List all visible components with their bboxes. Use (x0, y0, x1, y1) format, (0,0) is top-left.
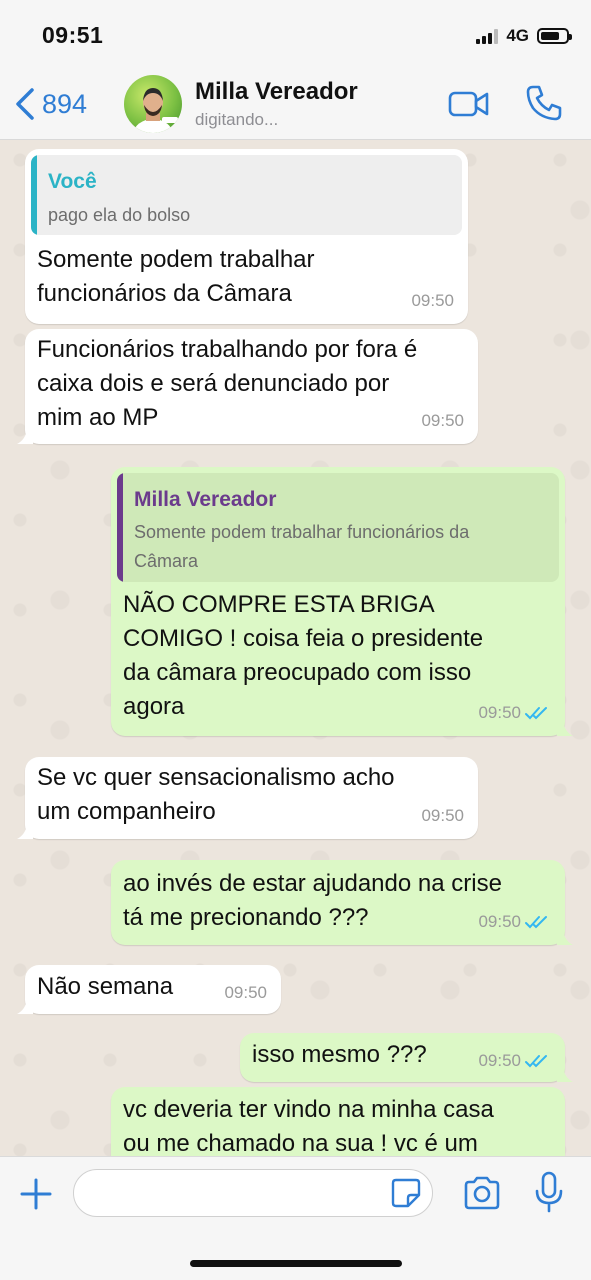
quote-bar (31, 155, 37, 235)
chevron-left-icon (16, 88, 34, 120)
bubble-tail (557, 931, 573, 945)
message-time: 09:50 (411, 291, 454, 310)
message-meta: 09:50 (478, 905, 551, 939)
home-indicator[interactable] (190, 1260, 402, 1267)
message-meta: 09:50 (478, 696, 551, 730)
bubble-tail (557, 1068, 573, 1082)
message-line: mim ao MP (37, 404, 159, 431)
message-line: um companheiro (37, 798, 216, 825)
message-line: Funcionários trabalhando por fora é (37, 336, 418, 363)
bubble-tail (17, 1000, 33, 1014)
message-time: 09:50 (421, 806, 464, 825)
message-bubble[interactable]: isso mesmo ??? 09:50 (240, 1033, 573, 1082)
message-line: ou me chamado na sua ! vc é um (123, 1130, 478, 1156)
message-line: NÃO COMPRE ESTA BRIGA (123, 591, 435, 618)
message-bubble[interactable]: Milla Vereador Somente podem trabalhar f… (111, 467, 573, 736)
bubble-tail (17, 430, 33, 444)
message-line: Somente podem trabalhar (37, 246, 315, 273)
sticker-icon[interactable] (390, 1177, 422, 1209)
message-time: 09:50 (478, 1051, 521, 1070)
quote-author: Você (48, 170, 97, 193)
quoted-message[interactable]: Milla Vereador Somente podem trabalhar f… (117, 473, 559, 582)
bubble-tail (17, 825, 33, 839)
status-time: 09:51 (42, 22, 104, 48)
message-bubble[interactable]: Funcionários trabalhando por fora é caix… (17, 329, 478, 444)
typing-status: digitando... (195, 110, 279, 129)
chat-header: 894 Milla Vereador digitando... (0, 70, 591, 140)
message-bubble[interactable]: Se vc quer sensacionalismo acho um compa… (17, 757, 478, 839)
bubble-tail (557, 722, 573, 736)
read-ticks-icon (525, 1055, 547, 1068)
avatar-photo (133, 88, 178, 133)
message-bubble[interactable]: ao invés de estar ajudando na crise tá m… (111, 860, 573, 945)
quoted-message[interactable]: Você pago ela do bolso (31, 155, 462, 235)
quote-text: Somente podem trabalhar funcionários da … (134, 518, 469, 576)
message-bubble[interactable]: Você pago ela do bolso Somente podem tra… (25, 149, 468, 324)
message-text: Funcionários trabalhando por fora é caix… (37, 333, 464, 435)
unread-count: 894 (42, 88, 88, 119)
battery-icon (537, 28, 572, 44)
camera-icon[interactable] (462, 1175, 502, 1211)
message-time: 09:50 (478, 912, 521, 931)
status-bar: 09:51 4G (0, 0, 591, 70)
plus-icon[interactable] (18, 1176, 54, 1212)
message-time: 09:50 (478, 703, 521, 722)
quote-bar (117, 473, 123, 582)
message-line: caixa dois e será denunciado por (37, 370, 390, 397)
message-input[interactable] (73, 1169, 433, 1217)
message-line: ao invés de estar ajudando na crise (123, 870, 502, 897)
message-line: vc deveria ter vindo na minha casa (123, 1096, 494, 1123)
message-time: 09:50 (421, 411, 464, 430)
avatar[interactable] (124, 75, 182, 133)
read-ticks-icon (525, 707, 547, 720)
signal-icon (476, 28, 499, 44)
video-camera-icon[interactable] (448, 88, 490, 120)
status-indicators: 4G (476, 25, 572, 47)
quote-text: pago ela do bolso (48, 205, 191, 225)
message-bubble[interactable]: vc deveria ter vindo na minha casa ou me… (111, 1087, 565, 1156)
quote-line: Somente podem trabalhar funcionários da (134, 522, 470, 542)
message-meta: 09:50 (478, 1044, 551, 1078)
message-text: Somente podem trabalhar funcionários da … (37, 243, 454, 311)
message-line: COMIGO ! coisa feia o presidente (123, 625, 484, 652)
microphone-icon[interactable] (534, 1171, 564, 1213)
message-line: Se vc quer sensacionalismo acho (37, 764, 395, 791)
network-type: 4G (506, 26, 529, 45)
message-text: Se vc quer sensacionalismo acho um compa… (37, 761, 464, 829)
back-button[interactable]: 894 (12, 84, 87, 124)
message-line: funcionários da Câmara (37, 280, 292, 307)
quote-author: Milla Vereador (134, 488, 277, 511)
contact-name[interactable]: Milla Vereador (195, 78, 358, 106)
chat-area[interactable]: Você pago ela do bolso Somente podem tra… (0, 140, 591, 1156)
message-time: 09:50 (224, 983, 267, 1002)
phone-icon[interactable] (525, 84, 563, 122)
battery-level (541, 32, 559, 40)
quote-line: Câmara (134, 551, 199, 571)
read-ticks-icon (525, 916, 547, 929)
message-text: vc deveria ter vindo na minha casa ou me… (123, 1093, 551, 1156)
message-bubble[interactable]: Não semana 09:50 (17, 965, 281, 1014)
message-line: da câmara preocupado com isso (123, 659, 472, 686)
